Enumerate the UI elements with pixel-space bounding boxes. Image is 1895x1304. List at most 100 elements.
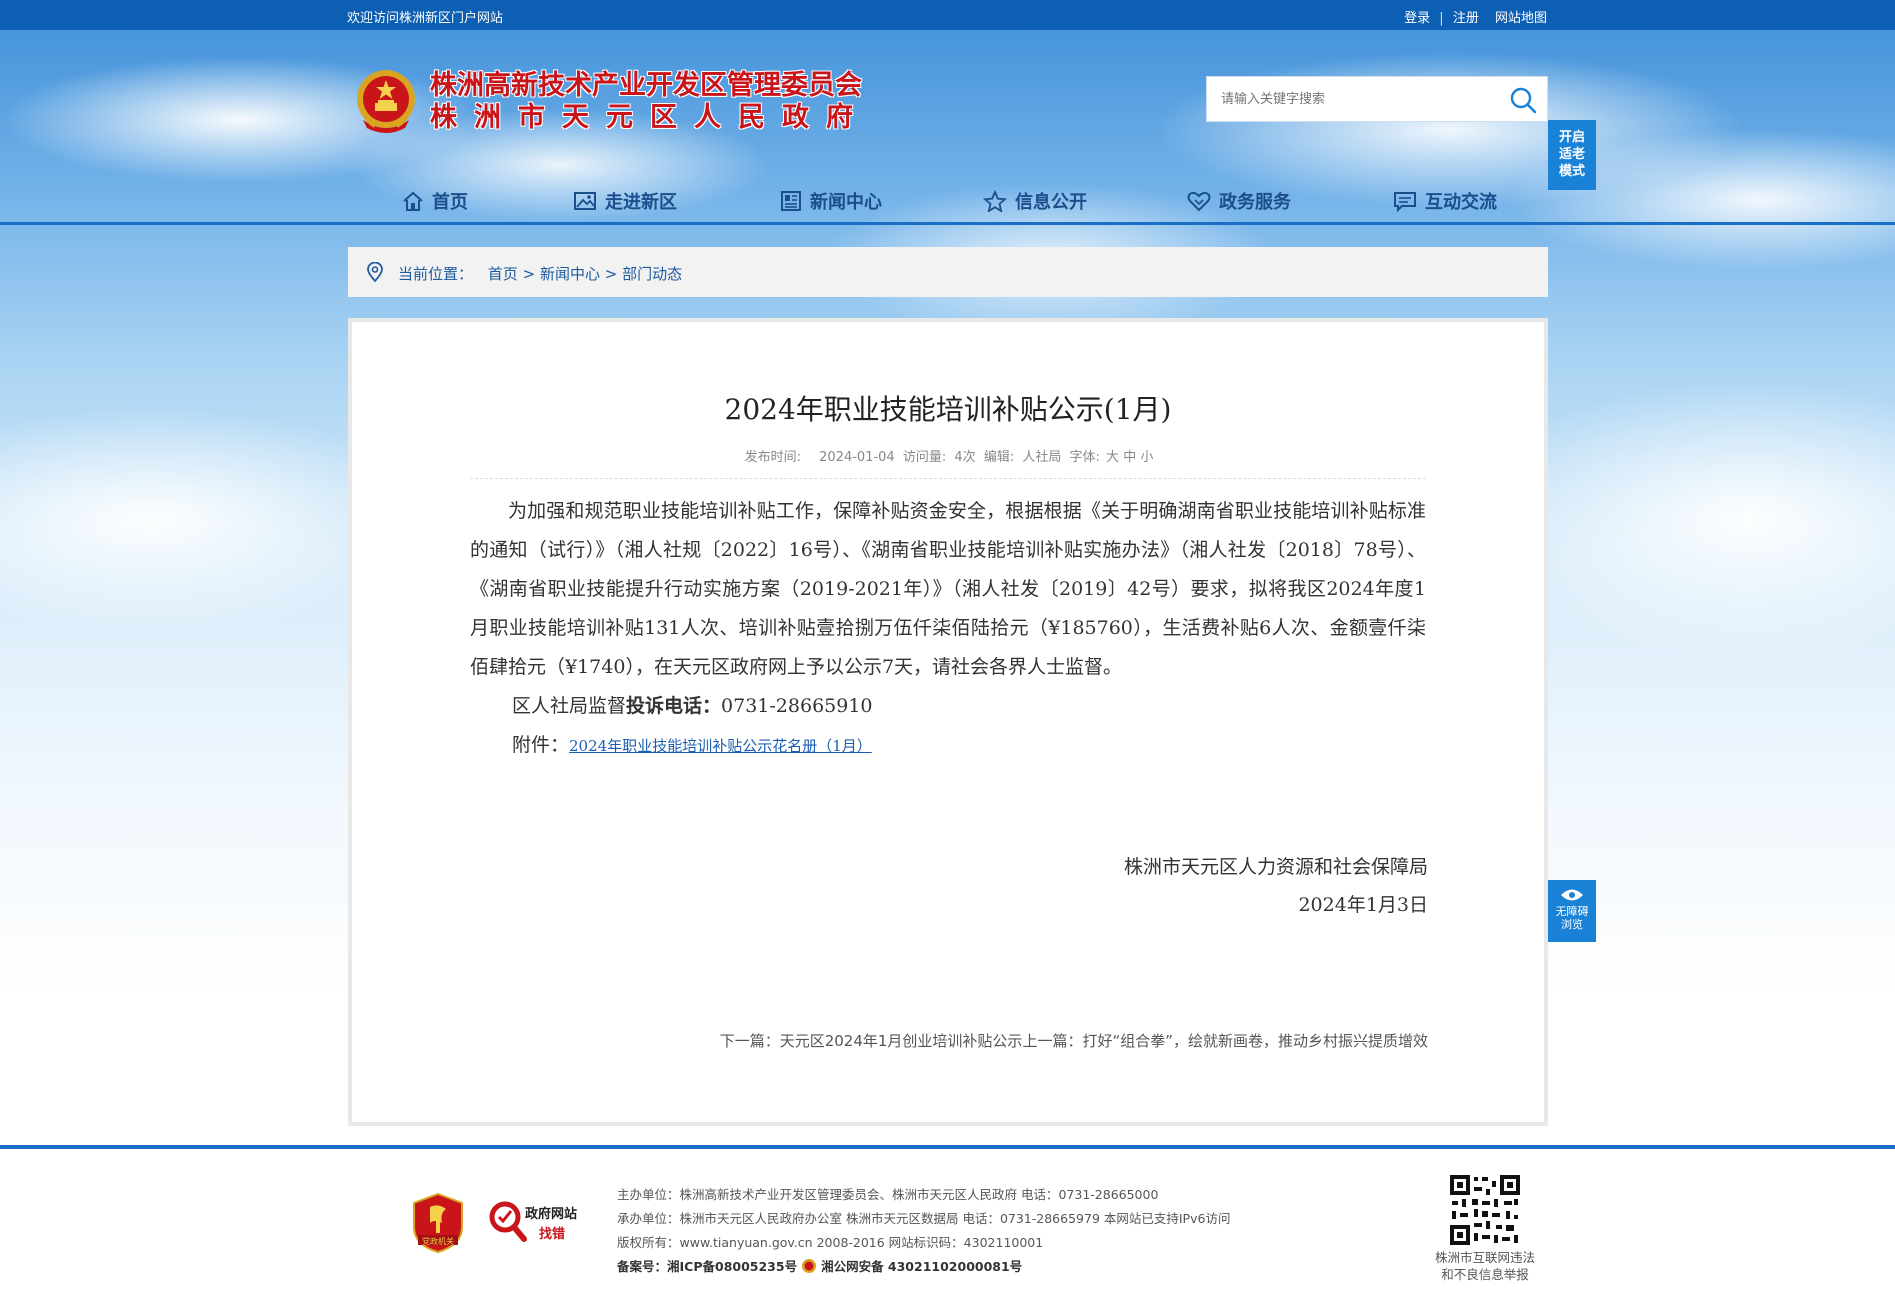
breadcrumb-news[interactable]: 新闻中心 — [540, 265, 600, 283]
record-label: 备案号： — [617, 1259, 668, 1274]
a11y-text-1: 无障碍 — [1555, 905, 1589, 918]
icp-link[interactable]: 湘ICP备08005235号 — [667, 1259, 797, 1274]
prev-article-link[interactable]: 打好“组合拳”，绘就新画卷，推动乡村振兴提质增效 — [1082, 1032, 1428, 1050]
national-emblem-icon — [357, 70, 415, 133]
hotline-label: 投诉电话： — [626, 695, 722, 717]
attachment-link[interactable]: 2024年职业技能培训补贴公示花名册（1月） — [569, 737, 872, 755]
breadcrumb: 当前位置： 首页 > 新闻中心 > 部门动态 — [348, 247, 1548, 297]
footer-copyright: 版权所有：www.tianyuan.gov.cn 2008-2016 网站标识码… — [617, 1235, 1044, 1250]
footer-host: 主办单位：株洲高新技术产业开发区管理委员会、株洲市天元区人民政府 电话：0731… — [617, 1187, 1159, 1202]
register-link[interactable]: 注册 — [1453, 11, 1479, 26]
search-box — [1206, 76, 1548, 122]
eye-icon — [1561, 889, 1583, 901]
picture-icon — [574, 192, 596, 210]
magnifier-icon — [489, 1201, 527, 1242]
qr-code-icon[interactable] — [1448, 1173, 1522, 1247]
footer-record: 备案号：湘ICP备08005235号 湘公网安备 43021102000081号 — [617, 1255, 1230, 1279]
nav-item-news[interactable]: 新闻中心 — [780, 188, 882, 214]
meta-date-label: 发布时间: — [744, 450, 802, 465]
home-icon — [403, 191, 423, 211]
prev-label: 上一篇： — [1022, 1032, 1083, 1050]
site-title: 株洲高新技术产业开发区管理委员会 株洲市天元区人民政府 — [430, 70, 870, 134]
hotline-number: 0731-28665910 — [721, 695, 873, 717]
top-bar: 欢迎访问株洲新区门户网站 登录 | 注册 网站地图 — [0, 0, 1895, 30]
account-links: 登录 | 注册 网站地图 — [1404, 7, 1547, 26]
nav-item-service[interactable]: 政务服务 — [1187, 188, 1291, 214]
gov-site-error-badge[interactable]: 政府网站 找错 — [487, 1199, 587, 1243]
location-pin-icon — [367, 262, 383, 282]
article-pagination: 下一篇：天元区2024年1月创业培训补贴公示上一篇：打好“组合拳”，绘就新画卷，… — [720, 1030, 1428, 1051]
site-title-line2: 株洲市天元区人民政府 — [430, 102, 870, 133]
font-medium-button[interactable]: 中 — [1123, 450, 1136, 465]
next-label: 下一篇： — [719, 1032, 780, 1050]
a11y-text-2: 浏览 — [1561, 918, 1583, 931]
qr-caption: 株洲市互联网违法 和不良信息举报 — [1420, 1249, 1550, 1283]
article-meta: 发布时间: 2024-01-04 访问量: 4次 编辑: 人社局 字体: 大 中… — [352, 446, 1544, 465]
party-gov-label: 党政机关 — [422, 1237, 454, 1246]
hotline-line: 区人社局监督投诉电话：0731-28665910 — [470, 687, 1426, 726]
nav-item-info[interactable]: 信息公开 — [983, 188, 1087, 214]
sign-date: 2024年1月3日 — [1298, 894, 1428, 916]
sitemap-link[interactable]: 网站地图 — [1495, 11, 1547, 26]
footer-info: 主办单位：株洲高新技术产业开发区管理委员会、株洲市天元区人民政府 电话：0731… — [617, 1183, 1230, 1279]
police-record-link[interactable]: 湘公网安备 43021102000081号 — [821, 1259, 1022, 1274]
heart-icon — [1187, 191, 1211, 212]
meta-editor-label: 编辑: — [983, 450, 1015, 465]
qr-caption-line1: 株洲市互联网违法 — [1434, 1250, 1535, 1265]
nav-item-about[interactable]: 走进新区 — [573, 188, 677, 214]
nav-item-label: 政务服务 — [1219, 192, 1291, 213]
nav-item-home[interactable]: 首页 — [402, 188, 468, 214]
breadcrumb-sep: > — [604, 265, 618, 283]
next-article-link[interactable]: 天元区2024年1月创业培训补贴公示 — [780, 1032, 1023, 1050]
footer: 党政机关 政府网站 找错 主办单位：株洲高新技术产业开发区管理委员会、株洲市天元… — [0, 1149, 1895, 1304]
article-container: 2024年职业技能培训补贴公示(1月) 发布时间: 2024-01-04 访问量… — [348, 318, 1548, 1126]
footer-organizer: 承办单位：株洲市天元区人民政府办公室 株洲市天元区数据局 电话：0731-286… — [617, 1211, 1231, 1226]
news-icon — [781, 191, 801, 211]
site-title-line1: 株洲高新技术产业开发区管理委员会 — [430, 70, 862, 101]
login-link[interactable]: 登录 — [1404, 11, 1430, 26]
gov-site-label: 政府网站 — [525, 1207, 578, 1222]
search-input[interactable] — [1207, 77, 1497, 121]
police-badge-icon — [802, 1259, 817, 1273]
article-paragraph: 为加强和规范职业技能培训补贴工作，保障补贴资金安全，根据根据《关于明确湖南省职业… — [470, 500, 1426, 678]
breadcrumb-home[interactable]: 首页 — [488, 265, 518, 283]
breadcrumb-department[interactable]: 部门动态 — [622, 265, 682, 283]
link-separator: | — [1439, 11, 1444, 26]
nav-item-label: 新闻中心 — [810, 192, 882, 213]
party-gov-badge[interactable]: 党政机关 — [412, 1192, 464, 1254]
article-title: 2024年职业技能培训补贴公示(1月) — [724, 393, 1172, 426]
error-label: 找错 — [539, 1227, 566, 1242]
welcome-text: 欢迎访问株洲新区门户网站 — [347, 11, 504, 26]
breadcrumb-sep: > — [522, 265, 536, 283]
main-nav: 首页 走进新区 新闻中心 信息公开 政务服务 互动交流 — [0, 176, 1895, 224]
attachment-line: 附件：2024年职业技能培训补贴公示花名册（1月） — [470, 726, 1426, 766]
nav-item-label: 互动交流 — [1425, 192, 1497, 213]
hotline-prefix: 区人社局监督 — [512, 695, 627, 717]
nav-divider — [0, 222, 1895, 225]
search-icon[interactable] — [1509, 86, 1537, 114]
star-icon — [983, 190, 1007, 212]
meta-date: 2024-01-04 — [819, 450, 895, 465]
title-divider — [470, 478, 1426, 479]
font-small-button[interactable]: 小 — [1140, 450, 1153, 465]
qr-caption-line2: 和不良信息举报 — [1441, 1267, 1529, 1282]
accessibility-button[interactable]: 无障碍 浏览 — [1548, 880, 1596, 942]
nav-item-label: 首页 — [432, 192, 468, 213]
meta-views: 4次 — [954, 450, 976, 465]
article-body: 为加强和规范职业技能培训补贴工作，保障补贴资金安全，根据根据《关于明确湖南省职业… — [470, 492, 1426, 766]
breadcrumb-prefix: 当前位置： — [398, 265, 474, 283]
nav-item-label: 信息公开 — [1015, 192, 1087, 213]
font-large-button[interactable]: 大 — [1106, 450, 1119, 465]
signer: 株洲市天元区人力资源和社会保障局 — [1123, 856, 1428, 878]
chat-icon — [1394, 192, 1416, 212]
nav-item-label: 走进新区 — [605, 192, 677, 213]
attachment-label: 附件： — [512, 734, 570, 756]
elder-mode-text-1: 开启 — [1558, 130, 1585, 145]
meta-editor: 人社局 — [1022, 450, 1062, 465]
breadcrumb-text: 当前位置： 首页 > 新闻中心 > 部门动态 — [398, 263, 682, 284]
signature-block: 株洲市天元区人力资源和社会保障局 2024年1月3日 — [1124, 848, 1428, 924]
elder-mode-text-2: 适老 — [1558, 147, 1585, 162]
meta-views-label: 访问量: — [902, 450, 947, 465]
meta-font-label: 字体: — [1069, 450, 1100, 465]
nav-item-interact[interactable]: 互动交流 — [1393, 188, 1497, 214]
